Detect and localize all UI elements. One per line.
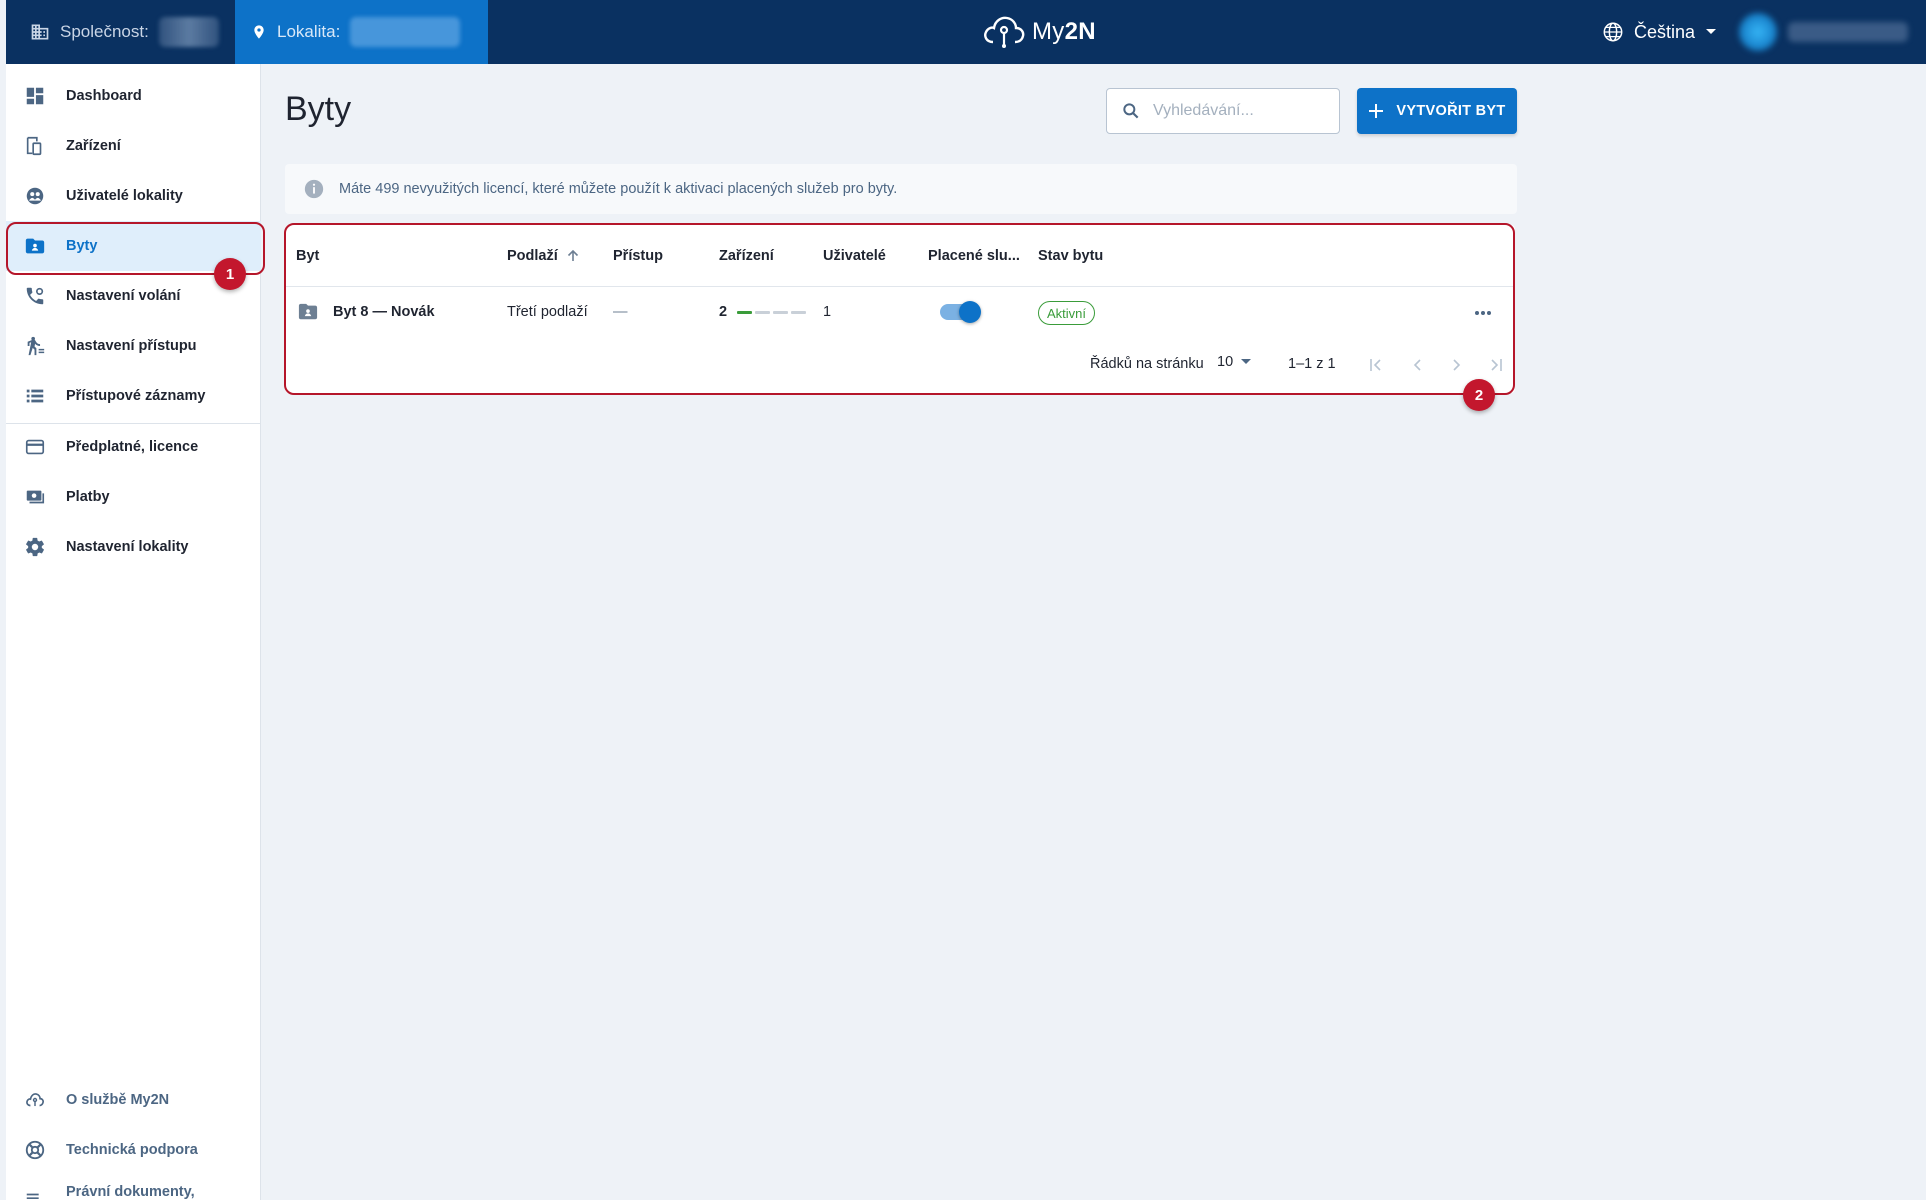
gear-icon — [26, 537, 44, 557]
user-name-redacted — [1788, 22, 1908, 42]
search-icon — [1123, 103, 1139, 119]
payments-icon — [26, 490, 45, 504]
company-name-redacted — [158, 17, 219, 47]
sidebar-item-access-logs[interactable]: Přístupové záznamy — [6, 371, 261, 421]
devices-icon — [26, 136, 42, 156]
dashboard-icon — [26, 87, 44, 105]
sidebar-item-label: Technická podpora — [66, 1142, 198, 1158]
sidebar-item-access-settings[interactable]: Nastavení přístupu — [6, 321, 261, 371]
users-globe-icon — [26, 187, 44, 205]
sidebar-item-label: Nastavení lokality — [66, 539, 189, 555]
page-title: Byty — [285, 90, 352, 128]
logo-text-prefix: My — [1032, 18, 1065, 45]
list-icon — [26, 389, 44, 403]
sidebar-item-label: O službě My2N — [66, 1092, 170, 1108]
language-label: Čeština — [1634, 21, 1696, 42]
sidebar-item-payments[interactable]: Platby — [6, 472, 261, 522]
location-label: Lokalita: — [277, 22, 341, 41]
sidebar-item-dashboard[interactable]: Dashboard — [6, 71, 261, 121]
create-apartment-button[interactable]: VYTVOŘIT BYT — [1357, 88, 1517, 134]
user-menu[interactable] — [1726, 10, 1916, 54]
create-apartment-label: VYTVOŘIT BYT — [1396, 103, 1506, 119]
company-label: Společnost: — [60, 22, 149, 41]
location-selector[interactable]: Lokalita: — [235, 0, 488, 64]
avatar — [1738, 12, 1778, 52]
cloud-icon — [26, 1093, 44, 1107]
sidebar-item-label: Uživatelé lokality — [66, 188, 183, 204]
building-icon — [31, 24, 49, 40]
walking-person-icon — [27, 336, 45, 356]
caret-down-icon — [1706, 29, 1717, 34]
top-bar: Společnost: Lokalita: My2N Čeština — [6, 0, 1926, 64]
cloud-logo-icon — [984, 16, 1025, 48]
lifebuoy-icon — [25, 1140, 45, 1160]
license-info-text: Máte 499 nevyužitých licencí, které může… — [339, 181, 898, 197]
search-field[interactable] — [1106, 88, 1340, 134]
credit-card-icon — [25, 439, 45, 455]
phone-settings-icon — [26, 287, 44, 305]
sidebar-item-label: Právní dokumenty, soukromí — [66, 1184, 195, 1200]
sidebar-item-subscription[interactable]: Předplatné, licence — [6, 422, 261, 472]
sidebar-item-site-users[interactable]: Uživatelé lokality — [6, 171, 261, 221]
search-input[interactable] — [1153, 102, 1323, 120]
location-name-redacted — [350, 17, 461, 47]
sidebar-item-label: Nastavení volání — [66, 288, 181, 304]
sidebar-item-tech-support[interactable]: Technická podpora — [6, 1125, 261, 1175]
sidebar-item-site-settings[interactable]: Nastavení lokality — [6, 522, 261, 572]
sidebar-item-legal[interactable]: Právní dokumenty, soukromí — [6, 1175, 261, 1200]
sidebar-item-devices[interactable]: Zařízení — [6, 121, 261, 171]
annotation-badge-1: 1 — [214, 258, 246, 290]
sidebar-item-about-my2n[interactable]: O službě My2N — [6, 1075, 261, 1125]
plus-icon — [1369, 104, 1384, 118]
my2n-logo[interactable]: My2N — [982, 12, 1096, 52]
company-selector[interactable]: Společnost: — [30, 0, 219, 64]
annotation-badge-2: 2 — [1463, 379, 1495, 411]
sidebar-item-label: Přístupové záznamy — [66, 388, 206, 404]
sidebar-item-label: Platby — [66, 489, 110, 505]
sidebar-item-label: Dashboard — [66, 88, 142, 104]
logo-text-suffix: 2N — [1064, 18, 1096, 45]
sidebar-item-label: Zařízení — [66, 138, 121, 154]
location-pin-icon — [254, 25, 264, 39]
sidebar-item-label: Předplatné, licence — [66, 439, 199, 455]
sidebar-item-label: Nastavení přístupu — [66, 338, 197, 354]
checklist-icon — [26, 1193, 39, 1199]
annotation-highlight-2 — [284, 223, 1515, 395]
globe-icon — [1603, 22, 1623, 42]
language-selector[interactable]: Čeština — [1602, 0, 1717, 64]
license-info-banner: Máte 499 nevyužitých licencí, které může… — [285, 164, 1517, 214]
info-icon — [304, 179, 324, 199]
